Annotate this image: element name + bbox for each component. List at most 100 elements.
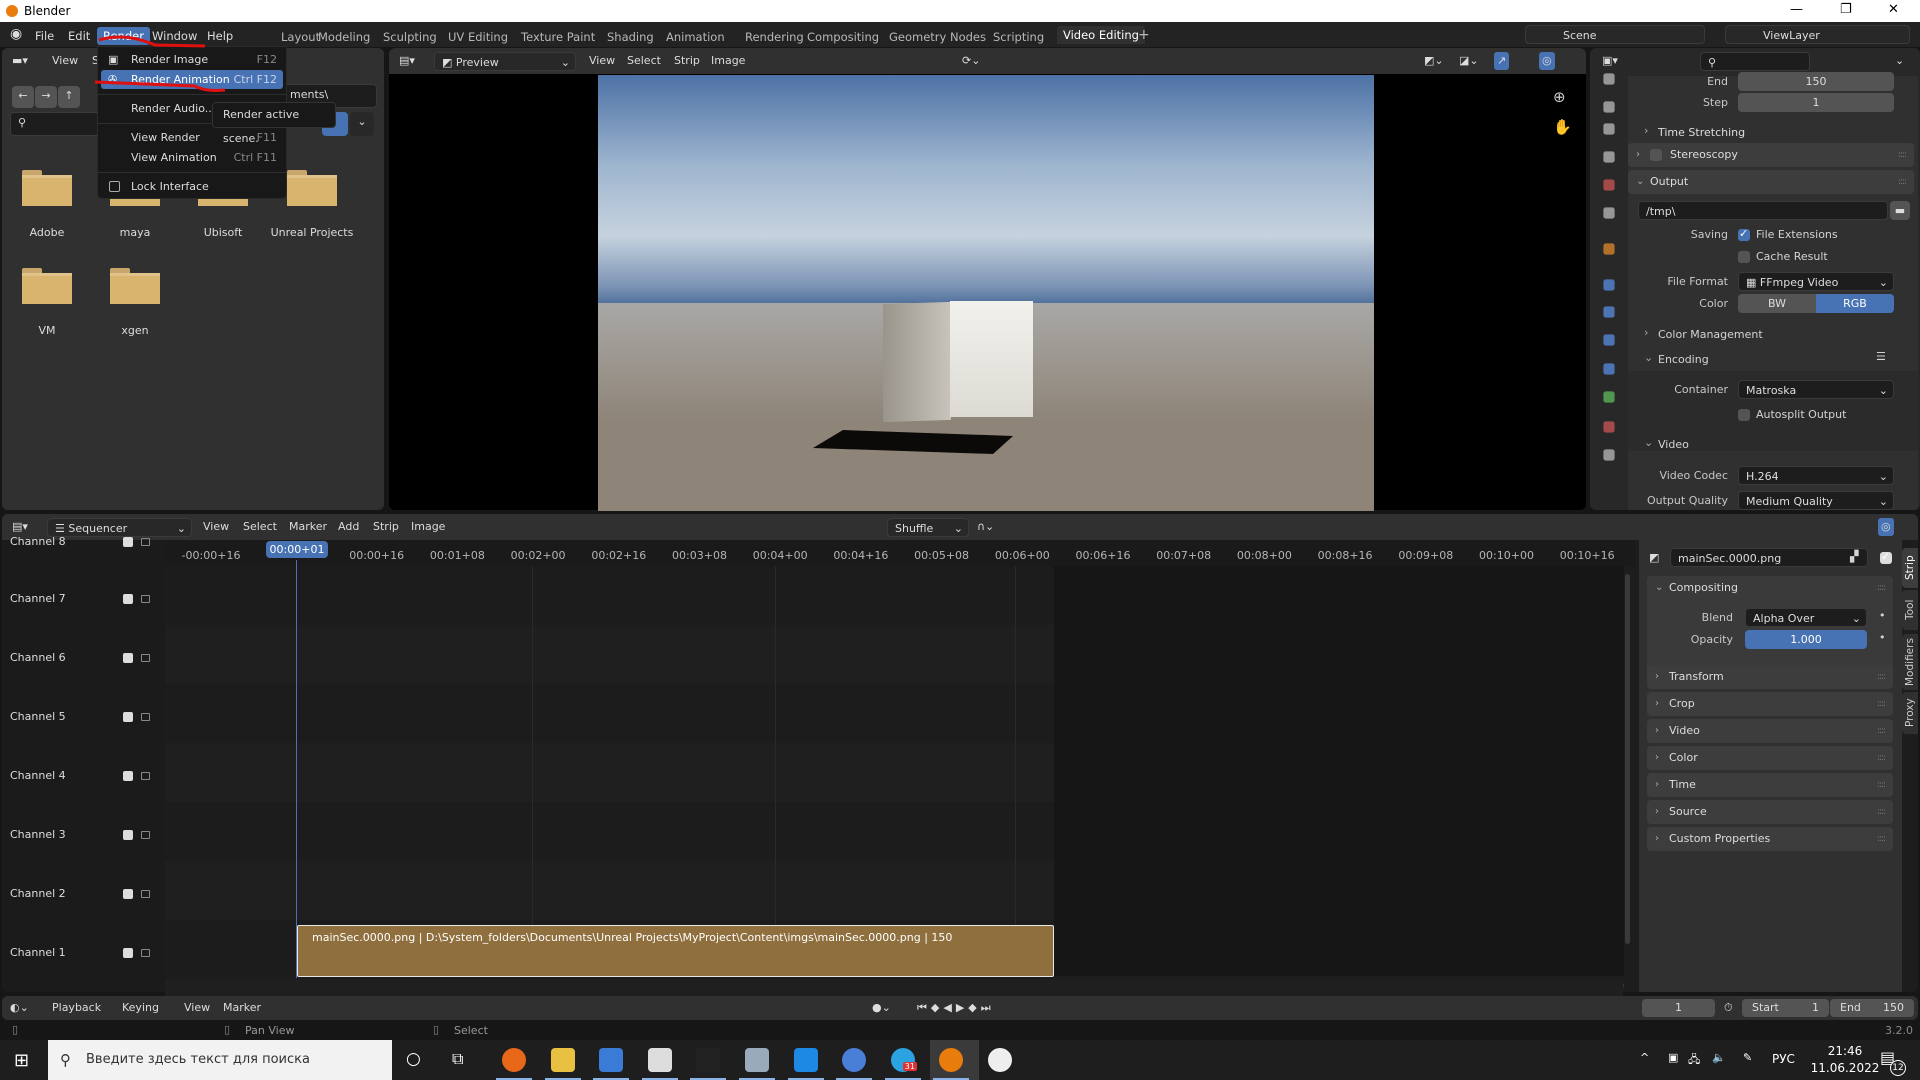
channel-label[interactable]: Channel 2 (10, 887, 66, 900)
channel-label[interactable]: Channel 7 (10, 592, 66, 605)
epic-games-icon[interactable] (696, 1048, 721, 1072)
object-properties-icon[interactable] (1603, 279, 1615, 291)
channel-lock-icon[interactable] (141, 831, 150, 839)
tool-properties-icon[interactable] (1603, 73, 1615, 85)
mail-icon[interactable] (647, 1048, 672, 1072)
channel-mute-checkbox[interactable] (123, 948, 133, 958)
channel-lock-icon[interactable] (141, 772, 150, 780)
channel-label[interactable]: Channel 4 (10, 769, 66, 782)
camera-tray-icon[interactable]: ▣ (1668, 1051, 1678, 1064)
pivot-icon[interactable]: ⟳⌄ (962, 52, 980, 70)
playhead-frame-indicator[interactable]: 00:00+01 (266, 541, 328, 558)
playback-controls[interactable]: ⏮◆◀▶◆⏭ (917, 999, 995, 1017)
physics-properties-icon[interactable] (1603, 363, 1615, 375)
sidebar-tab-proxy[interactable]: Proxy (1902, 692, 1918, 734)
workspace-tab-texture-paint[interactable]: Texture Paint (521, 30, 595, 44)
volume-icon[interactable]: 🔈 (1712, 1051, 1726, 1064)
cortana-icon[interactable]: ○ (406, 1049, 421, 1069)
task-view-icon[interactable]: ⧉ (452, 1049, 463, 1069)
virtualbox-icon[interactable] (793, 1048, 818, 1072)
time-stretching-subpanel[interactable]: Time Stretching (1658, 126, 1745, 139)
particles-properties-icon[interactable] (1603, 334, 1615, 346)
channel-lock-icon[interactable] (141, 654, 150, 662)
file-menu-view[interactable]: View (52, 52, 78, 70)
forward-button[interactable]: → (35, 86, 57, 108)
seq-menu-image[interactable]: Image (411, 518, 445, 536)
file-extensions-checkbox[interactable] (1738, 227, 1750, 241)
opacity-slider[interactable]: 1.000 (1745, 630, 1867, 649)
workspace-tab-geometry-nodes[interactable]: Geometry Nodes (889, 30, 986, 44)
sidebar-tab-modifiers[interactable]: Modifiers (1902, 634, 1918, 690)
editor-type-icon[interactable]: ▣▾ (1602, 52, 1618, 70)
vertical-scrollbar[interactable] (1625, 574, 1630, 944)
color-bw-button[interactable]: BW (1738, 294, 1816, 313)
workspace-tab-rendering[interactable]: Rendering (745, 30, 804, 44)
sequencer-view-type-dropdown[interactable]: ☰ Sequencer ⌄ (47, 518, 192, 537)
hand-pan-icon[interactable]: ✋ (1553, 118, 1572, 136)
folder-icon[interactable] (22, 268, 72, 304)
options-dropdown[interactable]: ⌄ (1895, 52, 1904, 70)
container-dropdown[interactable]: Matroska ⌄ (1738, 380, 1894, 399)
channel-mute-checkbox[interactable] (123, 771, 133, 781)
editor-type-icon[interactable]: ▬▾ (12, 52, 28, 70)
workspace-tab-video-editing[interactable]: Video Editing (1057, 26, 1145, 44)
channel-label[interactable]: Channel 5 (10, 710, 66, 723)
workspace-tab-modeling[interactable]: Modeling (318, 30, 370, 44)
channel-mute-checkbox[interactable] (123, 594, 133, 604)
blend-mode-dropdown[interactable]: Alpha Over ⌄ (1745, 608, 1867, 627)
constraints-properties-icon[interactable] (1603, 391, 1615, 403)
channel-label[interactable]: Channel 3 (10, 828, 66, 841)
output-properties-icon[interactable] (1603, 123, 1615, 135)
view-layer-properties-icon[interactable] (1603, 151, 1615, 163)
current-frame-field[interactable]: 1 (1642, 999, 1715, 1017)
channel-mute-checkbox[interactable] (123, 537, 133, 547)
channel-lock-icon[interactable] (141, 713, 150, 721)
maximize-button[interactable]: ❐ (1840, 2, 1852, 17)
zoom-icon[interactable]: ⊕ (1553, 88, 1566, 106)
qbittorrent-icon[interactable] (842, 1048, 867, 1072)
scene-selector[interactable]: Scene (1525, 25, 1705, 44)
output-panel-header[interactable]: ⌄ Output:::: (1628, 170, 1914, 194)
playhead-line[interactable] (296, 560, 297, 978)
image-strip[interactable]: mainSec.0000.png | D:\System_folders\Doc… (297, 925, 1054, 977)
timeline-menu-keying[interactable]: Keying (122, 999, 159, 1017)
strip-name-input[interactable]: mainSec.0000.png (1670, 548, 1868, 567)
frame-start-field[interactable]: Start 1 (1742, 999, 1829, 1017)
clock-date[interactable]: 11.06.2022 (1805, 1061, 1885, 1075)
seq-menu-view[interactable]: View (203, 518, 229, 536)
channel-mute-checkbox[interactable] (123, 653, 133, 663)
world-properties-icon[interactable] (1603, 207, 1615, 219)
overlays-toggle-icon[interactable]: ◎ (1878, 518, 1894, 536)
panel-header-transform[interactable]: › Transform:::: (1647, 665, 1893, 689)
folder-icon[interactable] (22, 170, 72, 206)
task-manager-icon[interactable] (745, 1048, 769, 1072)
view-type-dropdown[interactable]: ◩ Preview ⌄ (434, 52, 576, 71)
keyframe-dot-icon[interactable]: • (1879, 609, 1886, 622)
seq-menu-marker[interactable]: Marker (289, 518, 327, 536)
channel-lock-icon[interactable] (141, 595, 150, 603)
network-icon[interactable]: 🖧 (1688, 1051, 1700, 1070)
stopwatch-icon[interactable]: ⏱ (1724, 999, 1733, 1017)
color-management-subpanel[interactable]: Color Management (1658, 328, 1763, 341)
timeline-menu-marker[interactable]: Marker (223, 999, 261, 1017)
channel-mute-checkbox[interactable] (123, 889, 133, 899)
microsoft-store-icon[interactable] (599, 1048, 624, 1072)
panel-header-custom-properties[interactable]: › Custom Properties:::: (1647, 827, 1893, 851)
steam-icon[interactable] (988, 1048, 1012, 1072)
seq-menu-select[interactable]: Select (243, 518, 277, 536)
display-channels-icon[interactable]: ◩⌄ (1424, 52, 1444, 70)
editor-type-icon[interactable]: ▤▾ (12, 518, 28, 536)
panel-header-video[interactable]: › Video:::: (1647, 719, 1893, 743)
auto-keying-record-icon[interactable]: ●⌄ (872, 999, 891, 1017)
channel-label[interactable]: Channel 8 (10, 535, 66, 548)
preview-menu-view[interactable]: View (589, 52, 615, 70)
channel-label[interactable]: Channel 1 (10, 946, 66, 959)
folder-label[interactable]: maya (85, 226, 185, 239)
preview-menu-select[interactable]: Select (627, 52, 661, 70)
panel-header-color[interactable]: › Color:::: (1647, 746, 1893, 770)
timeline-menu-playback[interactable]: Playback (52, 999, 101, 1017)
channel-lock-icon[interactable] (141, 890, 150, 898)
compositing-panel-header[interactable]: ⌄ Compositing:::: (1647, 576, 1893, 600)
color-rgb-button[interactable]: RGB (1816, 294, 1894, 313)
sidebar-tab-strip[interactable]: Strip (1902, 548, 1918, 588)
